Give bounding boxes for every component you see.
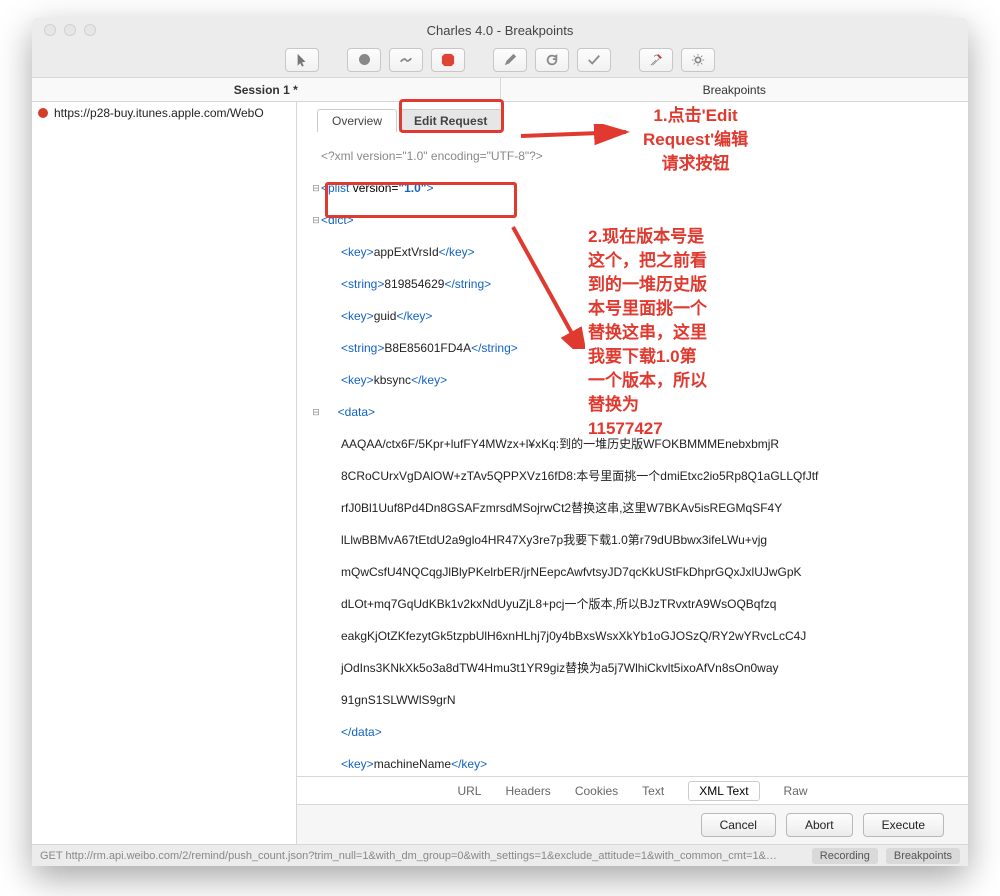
status-recording[interactable]: Recording xyxy=(812,848,878,864)
tab-xml-text[interactable]: XML Text xyxy=(688,781,759,801)
sessions-tab[interactable]: Session 1 * xyxy=(32,78,501,102)
status-text: GET http://rm.api.weibo.com/2/remind/pus… xyxy=(40,850,804,862)
toolbar-record-button[interactable] xyxy=(347,48,381,72)
tab-text[interactable]: Text xyxy=(642,784,664,798)
toolbar-stop-button[interactable] xyxy=(431,48,465,72)
toolbar-edit-button[interactable] xyxy=(493,48,527,72)
xml-editor[interactable]: <?xml version="1.0" encoding="UTF-8"?> ⊟… xyxy=(297,132,968,776)
toolbar-throttle-button[interactable] xyxy=(389,48,423,72)
window-title: Charles 4.0 - Breakpoints xyxy=(32,23,968,38)
breakpoint-icon xyxy=(38,108,48,118)
breakpoint-item[interactable]: https://p28-buy.itunes.apple.com/WebO xyxy=(32,102,296,124)
toolbar-tools-button[interactable] xyxy=(639,48,673,72)
action-row: Cancel Abort Execute xyxy=(297,804,968,844)
toolbar-repeat-button[interactable] xyxy=(535,48,569,72)
tab-raw[interactable]: Raw xyxy=(784,784,808,798)
tab-url[interactable]: URL xyxy=(457,784,481,798)
tab-headers[interactable]: Headers xyxy=(505,784,550,798)
tab-overview[interactable]: Overview xyxy=(317,109,397,132)
view-tabs: Overview Edit Request xyxy=(297,102,968,132)
titlebar: Charles 4.0 - Breakpoints xyxy=(32,18,968,42)
status-breakpoints[interactable]: Breakpoints xyxy=(886,848,960,864)
abort-button[interactable]: Abort xyxy=(786,813,853,837)
toolbar-validate-button[interactable] xyxy=(577,48,611,72)
toolbar xyxy=(32,42,968,78)
breakpoint-url: https://p28-buy.itunes.apple.com/WebO xyxy=(54,106,264,120)
status-bar: GET http://rm.api.weibo.com/2/remind/pus… xyxy=(32,844,968,866)
cancel-button[interactable]: Cancel xyxy=(701,813,776,837)
toolbar-pointer-button[interactable] xyxy=(285,48,319,72)
tab-edit-request[interactable]: Edit Request xyxy=(399,109,502,132)
format-tabs: URL Headers Cookies Text XML Text Raw xyxy=(297,776,968,804)
tab-cookies[interactable]: Cookies xyxy=(575,784,618,798)
toolbar-settings-button[interactable] xyxy=(681,48,715,72)
execute-button[interactable]: Execute xyxy=(863,813,944,837)
sidebar: https://p28-buy.itunes.apple.com/WebO xyxy=(32,102,297,844)
breakpoints-tab[interactable]: Breakpoints xyxy=(501,78,969,102)
